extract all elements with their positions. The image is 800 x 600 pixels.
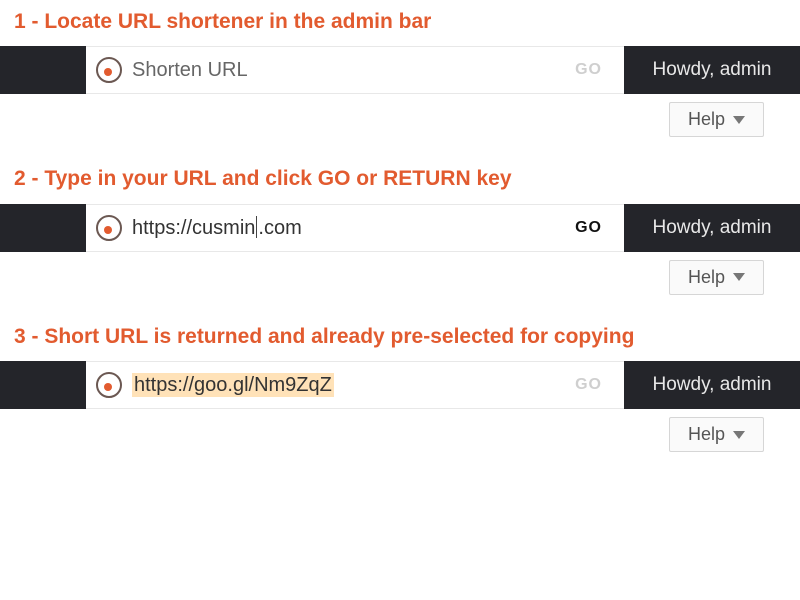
help-dropdown[interactable]: Help (669, 417, 764, 452)
go-button[interactable]: GO (563, 205, 614, 251)
admin-bar-step-3: https://goo.gl/Nm9ZqZ GO Howdy, admin He… (0, 361, 800, 452)
howdy-user[interactable]: Howdy, admin (624, 46, 800, 94)
admin-bar-step-2: https://cusmin.com GO Howdy, admin Help (0, 204, 800, 295)
url-shortener-placeholder: Shorten URL (132, 59, 248, 82)
chevron-down-icon (733, 273, 745, 281)
adminbar-left-gap (0, 46, 86, 94)
cusmin-logo-icon (96, 372, 122, 398)
step-2-caption: 2 - Type in your URL and click GO or RET… (0, 157, 800, 203)
url-shortener-input-area[interactable]: https://goo.gl/Nm9ZqZ GO (86, 361, 624, 409)
step-1-caption: 1 - Locate URL shortener in the admin ba… (0, 0, 800, 46)
go-button[interactable]: GO (563, 362, 614, 408)
help-label: Help (688, 424, 725, 445)
url-shortener-value: https://cusmin.com (132, 216, 302, 240)
help-dropdown[interactable]: Help (669, 102, 764, 137)
adminbar-left-gap (0, 361, 86, 409)
url-shortener-result: https://goo.gl/Nm9ZqZ (132, 374, 334, 397)
chevron-down-icon (733, 116, 745, 124)
help-dropdown[interactable]: Help (669, 260, 764, 295)
help-label: Help (688, 109, 725, 130)
url-shortener-input-area[interactable]: Shorten URL GO (86, 46, 624, 94)
go-button[interactable]: GO (563, 47, 614, 93)
admin-bar-step-1: Shorten URL GO Howdy, admin Help (0, 46, 800, 137)
cusmin-logo-icon (96, 57, 122, 83)
cusmin-logo-icon (96, 215, 122, 241)
howdy-user[interactable]: Howdy, admin (624, 361, 800, 409)
url-shortener-input-area[interactable]: https://cusmin.com GO (86, 204, 624, 252)
selected-short-url: https://goo.gl/Nm9ZqZ (132, 373, 334, 397)
adminbar-left-gap (0, 204, 86, 252)
help-label: Help (688, 267, 725, 288)
chevron-down-icon (733, 431, 745, 439)
step-3-caption: 3 - Short URL is returned and already pr… (0, 315, 800, 361)
howdy-user[interactable]: Howdy, admin (624, 204, 800, 252)
